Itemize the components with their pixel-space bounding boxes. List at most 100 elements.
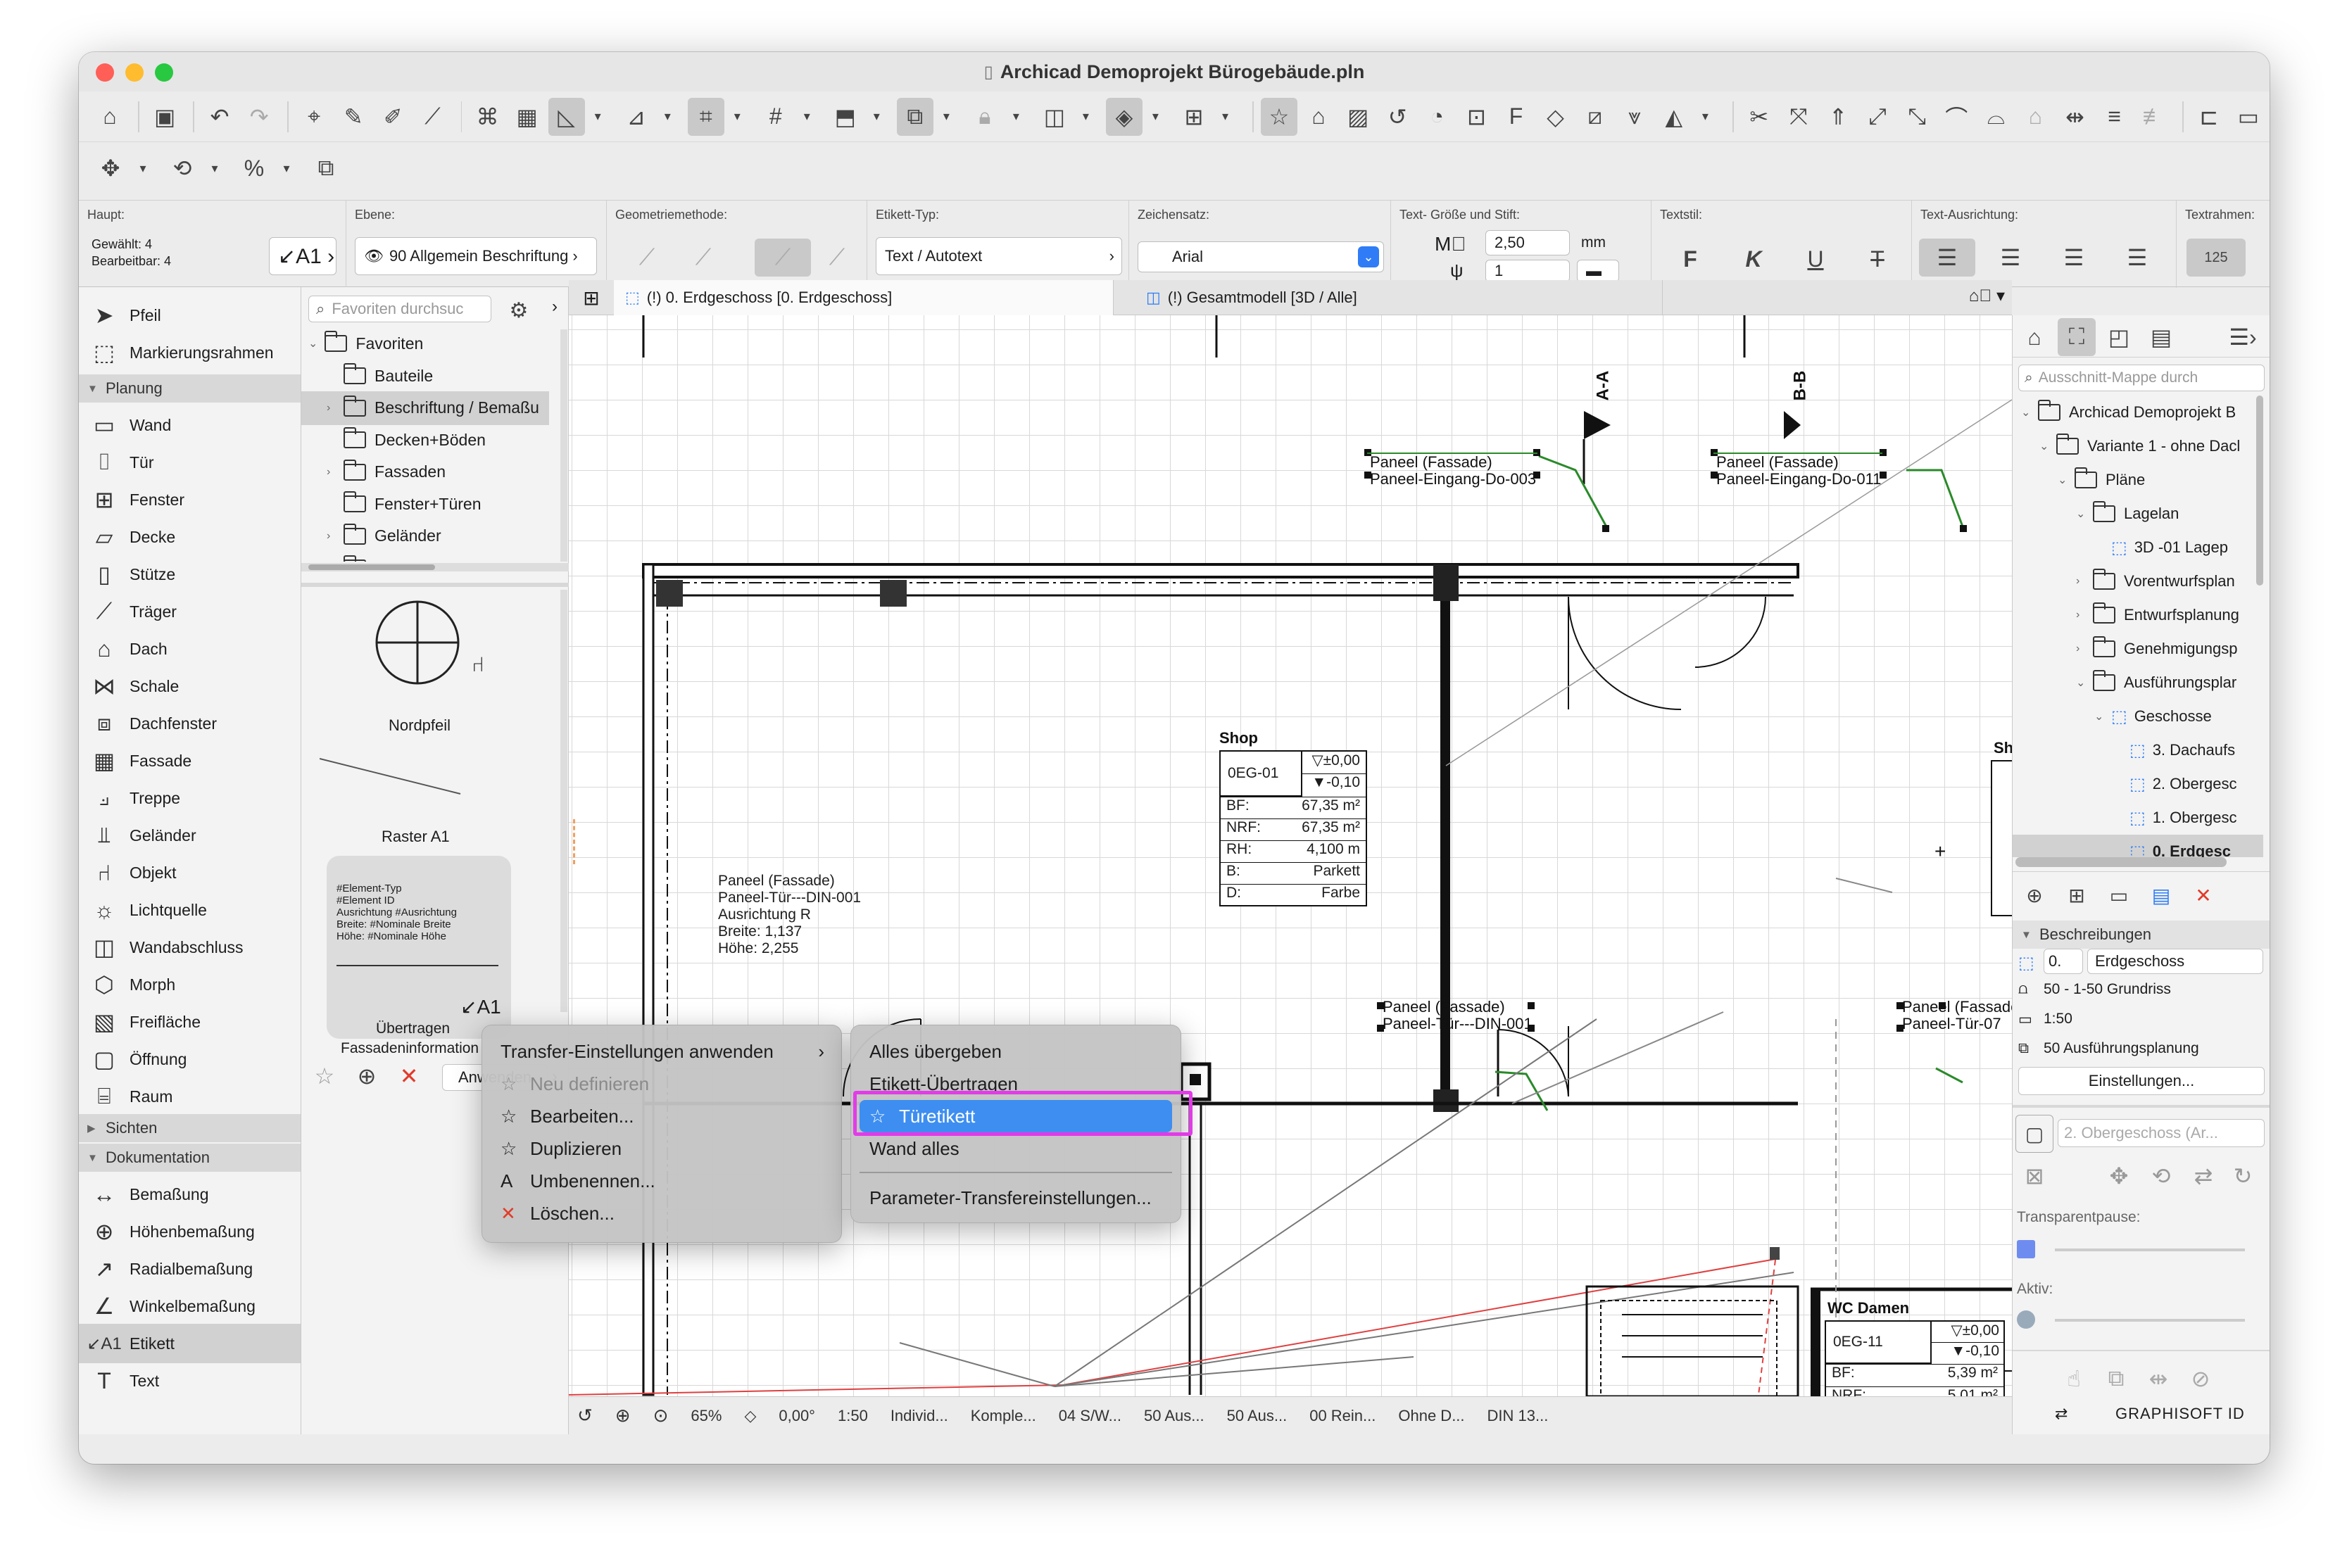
column-icon[interactable]: ⊏ xyxy=(2191,98,2227,136)
curve-icon[interactable]: ⌒ xyxy=(1938,98,1975,136)
status-item-layer[interactable]: Individ... xyxy=(891,1407,948,1425)
chevron-down-icon[interactable]: ▾ xyxy=(276,149,297,187)
tool-winkelbemassung[interactable]: ∠ Winkelbemaßung xyxy=(79,1286,301,1326)
status-item-graphic[interactable]: 50 Aus... xyxy=(1144,1407,1204,1425)
navigator-item-1-obergesc[interactable]: ⬚ 1. Obergesc xyxy=(2013,801,2263,835)
tool-pfeil[interactable]: ➤ Pfeil xyxy=(79,296,301,335)
distribute-icon[interactable]: ≡ xyxy=(2096,98,2133,136)
tool-markierungsrahmen[interactable]: ⬚ Markierungsrahmen xyxy=(79,333,301,372)
project-map-icon[interactable]: ⌂ xyxy=(2015,318,2053,356)
grid-icon[interactable]: # xyxy=(757,98,794,136)
tool-etikett[interactable]: ↙A1 Etikett xyxy=(79,1324,301,1363)
door-label-block[interactable]: Paneel (Fassade) Paneel-Tür---DIN-001 Ausr… xyxy=(718,873,861,957)
compare-icon-1[interactable]: ☝ xyxy=(2055,1360,2093,1398)
context-menu-item-bearbeiten[interactable]: ☆ Bearbeiten... xyxy=(491,1100,833,1132)
section-marker-a[interactable]: A-A xyxy=(1593,371,1613,401)
tool-morph[interactable]: ⬡ Morph xyxy=(79,965,301,1004)
chevron-down-icon[interactable]: ▾ xyxy=(1695,98,1716,136)
room-stamp-shop[interactable]: 0EG-01 ▽±0,00 ▼-0,10 BF: 67,35 m² NRF: 67,3… xyxy=(1219,750,1367,906)
move-icon[interactable]: ✥ xyxy=(92,149,130,187)
align-justify-icon[interactable]: ☰ xyxy=(2109,239,2165,277)
syringe-icon[interactable]: ✐ xyxy=(375,98,411,136)
navigator-item-entwurfsplanung[interactable]: › Entwurfsplanung xyxy=(2013,598,2263,632)
navigator-item-vorentwurfsplan[interactable]: › Vorentwurfsplan xyxy=(2013,564,2263,598)
trace-rotate-icon[interactable]: ⟲ xyxy=(2142,1157,2180,1195)
tool-lichtquelle[interactable]: ☼ Lichtquelle xyxy=(79,890,301,930)
trace-switch-icon[interactable]: ⇄ xyxy=(2184,1157,2222,1195)
chevron-down-icon[interactable]: ▾ xyxy=(1006,98,1026,136)
undo-icon[interactable]: ↶ xyxy=(201,98,238,136)
room-title-sh[interactable]: Sh xyxy=(1994,739,2012,757)
label-panel-2-line-2[interactable]: Paneel-Eingang-Do-011 xyxy=(1716,470,1881,488)
facade-label-preview[interactable]: #Element-Typ #Element ID Ausrichtung #Ausr… xyxy=(327,856,511,1039)
label-panel-3-line-2[interactable]: Paneel-Tür---DIN-001 xyxy=(1383,1015,1533,1033)
status-item-override[interactable]: Ohne D... xyxy=(1398,1407,1464,1425)
active-color-swatch[interactable] xyxy=(2017,1310,2035,1329)
room-title-shop[interactable]: Shop xyxy=(1219,729,1258,747)
clone-view-icon[interactable]: ⊞ xyxy=(2058,876,2096,914)
context-menu-item-duplizieren[interactable]: ☆ Duplizieren xyxy=(491,1132,833,1165)
context-menu-item-neu-definieren[interactable]: ☆ Neu definieren xyxy=(491,1068,833,1100)
resize-icon[interactable]: ⤢ xyxy=(1859,98,1896,136)
layout-book-icon[interactable]: ◰ xyxy=(2100,318,2138,356)
favorites-folder-decken-boeden[interactable]: Decken+Böden xyxy=(301,423,549,457)
tool-dach[interactable]: ⌂ Dach xyxy=(79,629,301,669)
delete-icon[interactable]: ✕ xyxy=(390,1057,428,1095)
menu-icon[interactable]: ☰› xyxy=(2224,318,2262,356)
favorites-folder-moebel-lampen[interactable]: Möbel+Lampen xyxy=(301,551,549,562)
graphisoft-id-icon[interactable]: ⇄ xyxy=(2055,1405,2068,1423)
status-item-din[interactable]: DIN 13... xyxy=(1487,1407,1549,1425)
favorites-scrollbar[interactable] xyxy=(301,563,569,571)
tool-objekt[interactable]: ⑁ Objekt xyxy=(79,853,301,892)
zoom-level[interactable]: 65% xyxy=(691,1407,722,1425)
new-folder-icon[interactable]: ▭ xyxy=(2100,876,2138,914)
find-select-icon[interactable]: ⌖ xyxy=(296,98,332,136)
room-stamp-wc[interactable]: 0EG-11 ▽±0,00 ▼-0,10 BF: 5,39 m² NRF: 5,01 … xyxy=(1825,1320,2005,1396)
navigator-item-ausfuehrungsplar[interactable]: ⌄ Ausführungsplar xyxy=(2013,666,2263,700)
favorites-folder-fassaden[interactable]: › Fassaden xyxy=(301,455,549,489)
chevron-down-icon[interactable]: ▾ xyxy=(132,149,153,187)
transparency-slider[interactable] xyxy=(2055,1248,2245,1251)
layer-combo-value[interactable]: 50 - 1-50 Grundriss xyxy=(2044,981,2171,998)
zoom-in-icon[interactable]: ⊕ xyxy=(615,1405,631,1427)
navigator-item-3d-01-lagep[interactable]: ⬚ 3D -01 Lagep xyxy=(2013,531,2263,564)
geometry-method-4-icon[interactable]: ⟋ xyxy=(818,239,856,277)
suspend-groups-icon[interactable]: ⌗ xyxy=(687,97,724,136)
status-item-dim[interactable]: 50 Aus... xyxy=(1227,1407,1288,1425)
trace-reset-icon[interactable]: ↻ xyxy=(2224,1157,2262,1195)
room-stamp-sh[interactable] xyxy=(1991,760,2012,916)
text-frame-button[interactable]: 125 xyxy=(2186,239,2246,277)
label-panel-3-line-1[interactable]: Paneel (Fassade) xyxy=(1383,998,1505,1016)
compare-icon-4[interactable]: ⊘ xyxy=(2182,1360,2220,1398)
align-left-icon[interactable]: ☰ xyxy=(1919,239,1975,277)
favorite-star-icon[interactable]: ☆ xyxy=(1260,97,1297,136)
tool-stuetze[interactable]: ▯ Stütze xyxy=(79,555,301,594)
align-center-icon[interactable]: ☰ xyxy=(1982,239,2039,277)
tool-radialbemassung[interactable]: ↗ Radialbemaßung xyxy=(79,1249,301,1289)
add-favorite-icon[interactable]: ⊕ xyxy=(348,1057,386,1095)
geometry-method-2-icon[interactable]: ⟋ xyxy=(684,239,722,277)
display-order-icon[interactable]: ◈ xyxy=(1105,97,1143,136)
section-dokumentation[interactable]: Dokumentation xyxy=(79,1144,301,1172)
navigator-item-geschosse[interactable]: ⌄ ⬚ Geschosse xyxy=(2013,700,2263,733)
tool-oeffnung[interactable]: ▢ Öffnung xyxy=(79,1039,301,1079)
split-icon[interactable]: ✂ xyxy=(1741,98,1777,136)
chevron-down-icon[interactable]: ▾ xyxy=(657,98,678,136)
view-name-field[interactable]: Erdgeschoss xyxy=(2087,949,2263,974)
pen-set-value[interactable]: 50 Ausführungsplanung xyxy=(2044,1040,2199,1057)
fit-icon[interactable]: ⊙ xyxy=(653,1405,669,1427)
publish-icon[interactable]: ⊡ xyxy=(1458,98,1495,136)
status-item-renovation[interactable]: 00 Rein... xyxy=(1309,1407,1376,1425)
tool-wandabschluss[interactable]: ◫ Wandabschluss xyxy=(79,928,301,967)
label-tool-icon[interactable]: ↙A1 › xyxy=(269,237,336,275)
snap-icon[interactable]: ⌘ xyxy=(469,98,505,136)
favorites-folder-gelaender[interactable]: › Geländer xyxy=(301,519,549,553)
panel-icon[interactable]: ▭ xyxy=(2230,98,2267,136)
trace-move-icon[interactable]: ✥ xyxy=(2100,1157,2138,1195)
surface-icon[interactable]: ⧄ xyxy=(1577,98,1613,136)
view-map-icon[interactable]: ⛶ xyxy=(2058,318,2096,356)
tool-decke[interactable]: ▱ Decke xyxy=(79,517,301,557)
label-panel-1-line-2[interactable]: Paneel-Eingang-Do-003 xyxy=(1370,470,1536,488)
tool-treppe[interactable]: ⟓ Treppe xyxy=(79,778,301,818)
label-panel-4-line-2[interactable]: Paneel-Tür-07 xyxy=(1902,1015,2001,1033)
